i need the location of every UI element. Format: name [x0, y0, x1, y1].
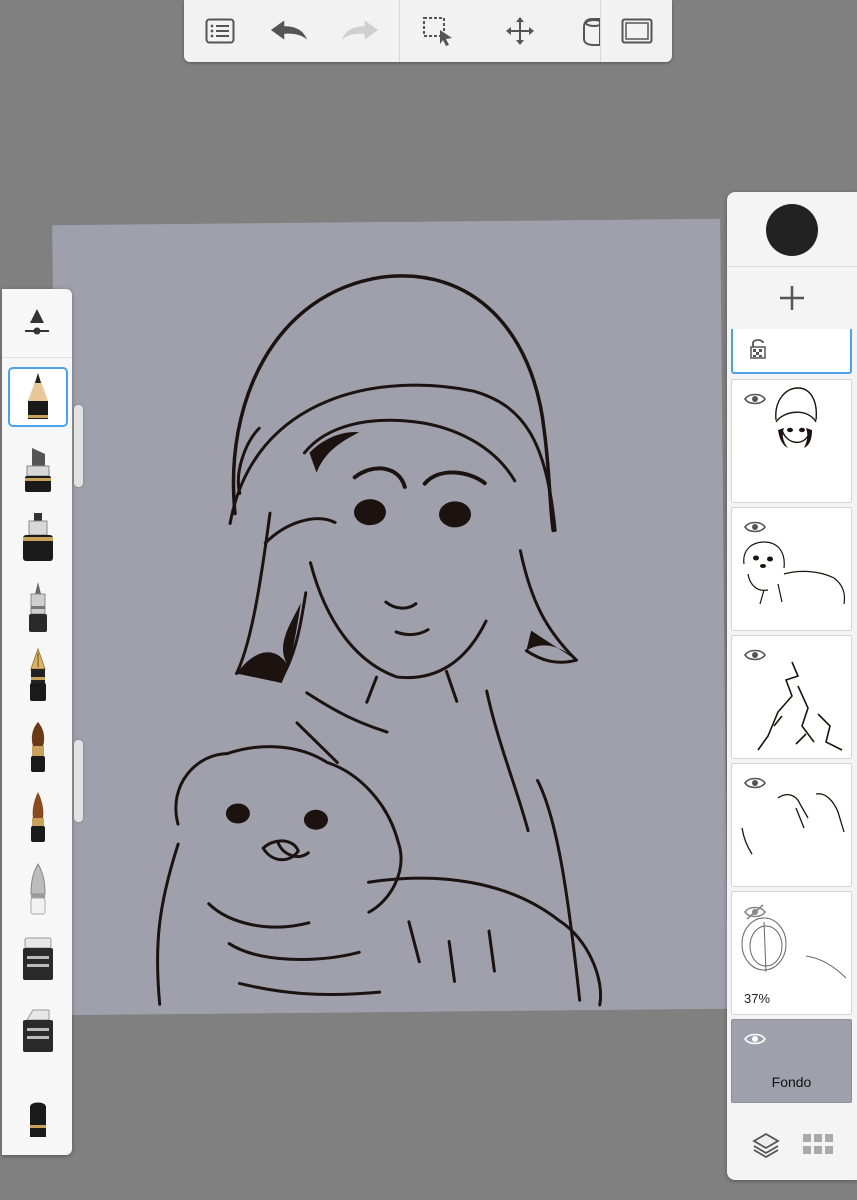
layers-panel: 37% Fondo: [727, 192, 857, 1180]
layers-panel-footer: [727, 1122, 857, 1172]
visibility-eye-icon[interactable]: [744, 392, 766, 406]
brush-fountain-pen[interactable]: [8, 645, 68, 705]
current-color-swatch[interactable]: [766, 204, 818, 256]
paint-brush-icon: [31, 722, 45, 772]
visibility-eye-icon[interactable]: [744, 1032, 766, 1046]
watercolor-brush-icon: [31, 792, 45, 842]
layer-list: 37% Fondo: [727, 329, 857, 1117]
brush-eraser-hard[interactable]: [8, 929, 68, 989]
layer-item-sketch[interactable]: 37%: [731, 891, 852, 1015]
brush-panel-scroll-handle-upper[interactable]: [74, 405, 83, 487]
sketch-artwork: [156, 274, 603, 1007]
brush-ink-pen[interactable]: [8, 507, 68, 567]
brush-smudge[interactable]: [8, 1089, 68, 1149]
layer-item-jacket-lines[interactable]: [731, 763, 852, 887]
layer-item-current[interactable]: [731, 329, 852, 374]
layer-thumbnail: [741, 793, 845, 855]
marker-icon: [25, 448, 51, 492]
eraser-soft-icon: [23, 1009, 53, 1052]
layer-thumbnail: [743, 541, 846, 605]
brush-airbrush[interactable]: [8, 859, 68, 919]
layers-icon[interactable]: [752, 1132, 780, 1158]
layer-name: Fondo: [771, 1074, 812, 1090]
fullscreen-icon[interactable]: [617, 11, 657, 51]
color-picker[interactable]: [727, 192, 857, 267]
drawing-canvas[interactable]: [52, 218, 728, 1016]
undo-icon[interactable]: [269, 11, 309, 51]
layer-opacity-label: 37%: [744, 991, 771, 1006]
transform-icon[interactable]: [500, 11, 540, 51]
brush-eraser-soft[interactable]: [8, 1001, 68, 1061]
visibility-eye-icon[interactable]: [744, 520, 766, 534]
layer-item-dog[interactable]: [731, 507, 852, 631]
grid-icon[interactable]: [802, 1133, 834, 1155]
top-toolbar: [184, 0, 672, 62]
add-layer-button[interactable]: [727, 267, 857, 329]
brush-panel: [2, 289, 72, 1155]
airbrush-icon: [30, 863, 46, 915]
ink-pen-icon: [23, 513, 53, 561]
layer-item-background[interactable]: Fondo: [731, 1019, 852, 1103]
layer-item-girl-face[interactable]: [731, 379, 852, 503]
brush-size-control[interactable]: [2, 289, 72, 358]
brush-marker[interactable]: [8, 439, 68, 499]
fill-bucket-icon[interactable]: [580, 11, 600, 51]
menu-icon[interactable]: [200, 11, 240, 51]
eraser-hard-icon: [23, 937, 53, 980]
brush-size-icon: [25, 309, 49, 335]
pencil-icon: [28, 373, 48, 419]
layer-thumbnail: [775, 387, 817, 448]
redo-icon[interactable]: [340, 11, 380, 51]
fountain-pen-icon: [30, 647, 46, 701]
technical-pen-icon: [29, 582, 47, 632]
brush-technical-pen[interactable]: [8, 577, 68, 637]
brush-paint[interactable]: [8, 717, 68, 777]
brush-watercolor[interactable]: [8, 787, 68, 847]
brush-pencil[interactable]: [8, 367, 68, 427]
selection-icon[interactable]: [418, 11, 458, 51]
plus-icon: [780, 286, 804, 310]
layer-item-fur-detail[interactable]: [731, 635, 852, 759]
brush-panel-scroll-handle-lower[interactable]: [74, 740, 83, 822]
lock-transparency-icon[interactable]: [749, 337, 767, 359]
smudge-icon: [30, 1102, 46, 1137]
layer-thumbnail: [741, 917, 847, 979]
layer-thumbnail: [757, 661, 843, 751]
